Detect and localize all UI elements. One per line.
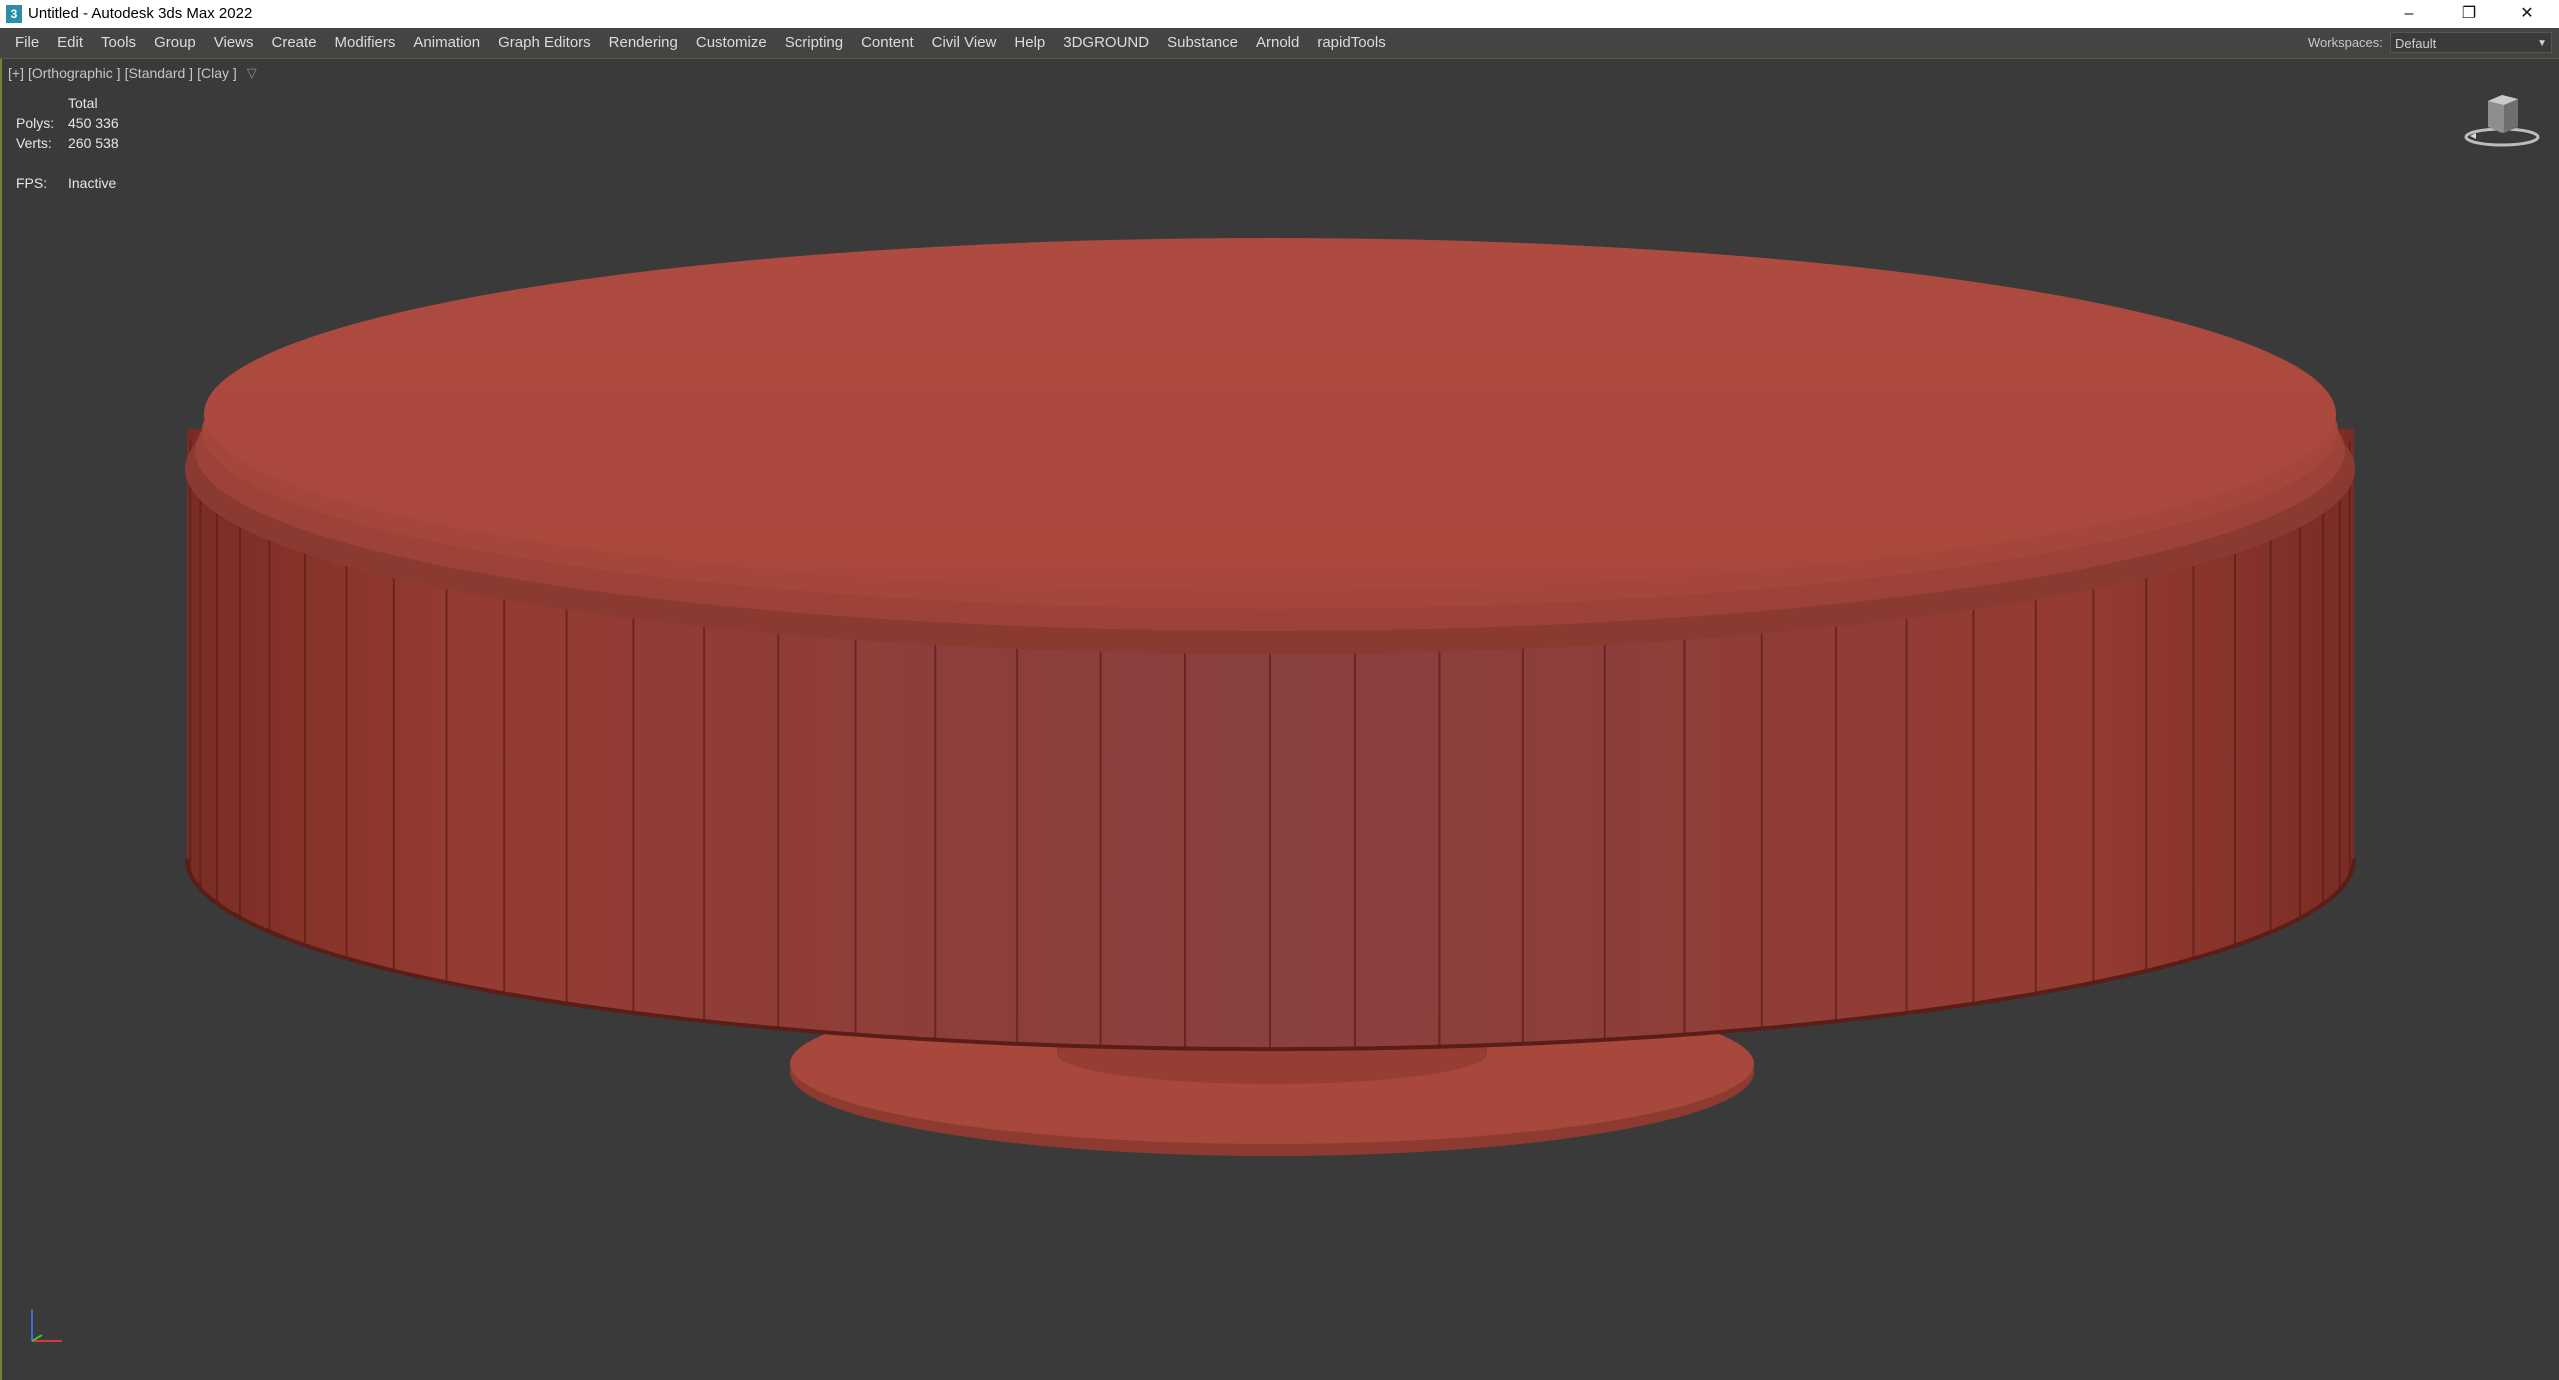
menu-content[interactable]: Content	[852, 28, 923, 58]
menu-help[interactable]: Help	[1005, 28, 1054, 58]
menu-modifiers[interactable]: Modifiers	[326, 28, 405, 58]
restore-icon: ❐	[2461, 5, 2477, 22]
minimize-button[interactable]: –	[2380, 0, 2438, 28]
viewcube-icon[interactable]	[2462, 89, 2542, 149]
menu-rapidtools[interactable]: rapidTools	[1308, 28, 1394, 58]
workspace-dropdown[interactable]: Default ▼	[2390, 32, 2552, 53]
workspace-value: Default	[2395, 36, 2437, 51]
perspective-viewport[interactable]: [+] [Orthographic ] [Standard ] [Clay ] …	[0, 59, 2559, 1380]
app-logo-icon: 3	[6, 5, 22, 23]
verts-label: Verts:	[16, 135, 52, 151]
minimize-icon: –	[2404, 5, 2414, 22]
menu-civil-view[interactable]: Civil View	[923, 28, 1006, 58]
polys-value: 450 336	[68, 115, 119, 131]
menu-bar: File Edit Tools Group Views Create Modif…	[0, 28, 2559, 59]
menu-customize[interactable]: Customize	[687, 28, 776, 58]
menu-scripting[interactable]: Scripting	[776, 28, 852, 58]
viewport-menu-button[interactable]: [+]	[8, 65, 24, 81]
filter-icon[interactable]: ▽	[247, 65, 257, 81]
menu-graph-editors[interactable]: Graph Editors	[489, 28, 600, 58]
menu-tools[interactable]: Tools	[92, 28, 145, 58]
fps-value: Inactive	[68, 175, 117, 191]
menu-create[interactable]: Create	[263, 28, 326, 58]
viewport-label: [+] [Orthographic ] [Standard ] [Clay ] …	[8, 65, 257, 81]
menu-animation[interactable]: Animation	[404, 28, 489, 58]
menu-substance[interactable]: Substance	[1158, 28, 1247, 58]
verts-value: 260 538	[68, 135, 119, 151]
menu-3dground[interactable]: 3DGROUND	[1054, 28, 1158, 58]
close-button[interactable]: ✕	[2498, 0, 2556, 28]
close-icon: ✕	[2520, 5, 2534, 22]
axis-tripod-icon	[31, 1309, 62, 1342]
menu-file[interactable]: File	[6, 28, 48, 58]
title-bar: 3 Untitled - Autodesk 3ds Max 2022 – ❐ ✕	[0, 0, 2559, 28]
menu-arnold[interactable]: Arnold	[1247, 28, 1308, 58]
menu-edit[interactable]: Edit	[48, 28, 92, 58]
viewport-point-of-view-label[interactable]: [Orthographic ]	[28, 65, 121, 81]
menu-views[interactable]: Views	[205, 28, 263, 58]
viewport-visual-style-label[interactable]: [Clay ]	[197, 65, 237, 81]
polys-label: Polys:	[16, 115, 55, 131]
workspaces-label: Workspaces:	[2308, 35, 2383, 50]
restore-button[interactable]: ❐	[2440, 0, 2498, 28]
chevron-down-icon: ▼	[2537, 38, 2547, 49]
fps-label: FPS:	[16, 175, 48, 191]
ottoman-lid	[185, 238, 2355, 654]
menu-group[interactable]: Group	[145, 28, 205, 58]
window-title: Untitled - Autodesk 3ds Max 2022	[28, 5, 253, 22]
scene-render	[185, 238, 2356, 1156]
menu-rendering[interactable]: Rendering	[600, 28, 687, 58]
stats-header: Total	[68, 95, 98, 111]
viewport-shading-preset-label[interactable]: [Standard ]	[125, 65, 194, 81]
